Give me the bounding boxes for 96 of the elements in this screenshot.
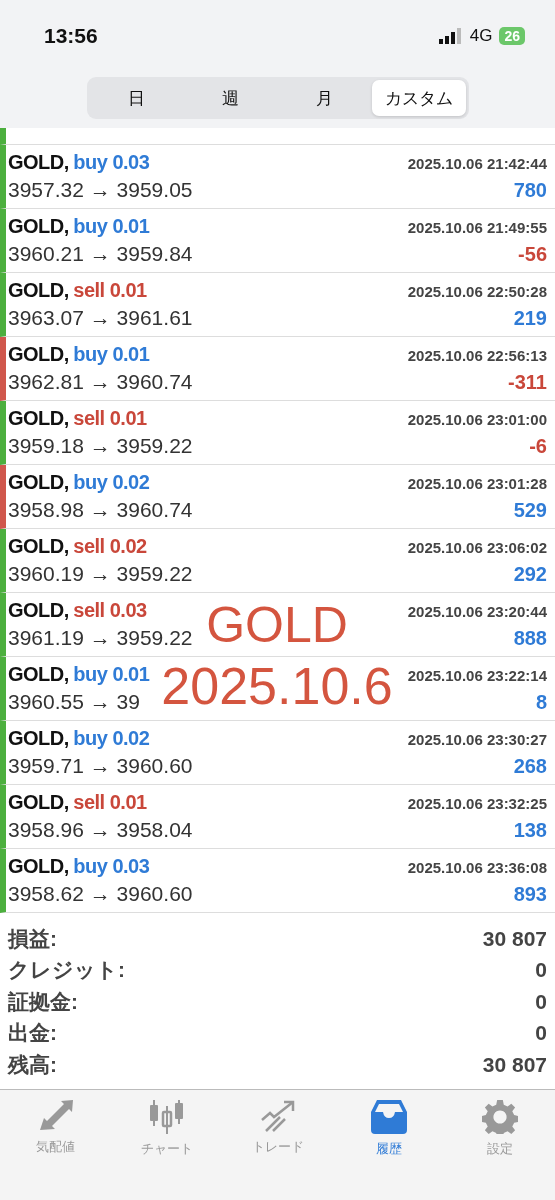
clock: 13:56 bbox=[44, 24, 98, 48]
deal-time: 2025.10.06 22:50:28 bbox=[407, 283, 547, 300]
deal-profit: -56 bbox=[518, 243, 547, 266]
deal-volume: buy 0.01 bbox=[73, 215, 150, 237]
period-tab[interactable]: 週 bbox=[183, 80, 278, 116]
deal-volume: buy 0.01 bbox=[73, 343, 150, 365]
battery-level: 26 bbox=[499, 27, 525, 45]
deal-profit: -311 bbox=[508, 371, 547, 394]
deal-symbol: GOLD, bbox=[8, 343, 69, 365]
deal-time: 2025.10.06 23:06:02 bbox=[407, 539, 547, 556]
deal-volume: sell 0.03 bbox=[73, 599, 147, 621]
deal-symbol: GOLD, bbox=[8, 663, 69, 685]
deal-volume: sell 0.02 bbox=[73, 535, 147, 557]
deal-prices: 3959.71 → 3960.60 bbox=[8, 754, 193, 778]
period-tab[interactable]: 月 bbox=[277, 80, 372, 116]
deal-time: 2025.10.06 21:42:44 bbox=[407, 155, 547, 172]
deal-volume: buy 0.02 bbox=[73, 471, 150, 493]
deal-row[interactable]: GOLD, sell 0.01 2025.10.06 23:32:25 3958.96 → 3958.04 138 bbox=[0, 785, 555, 849]
summary-label: 証拠金: bbox=[8, 988, 78, 1015]
deal-row[interactable]: GOLD, sell 0.01 2025.10.06 22:50:28 3963.07 → 3961.61 219 bbox=[0, 273, 555, 337]
deal-time: 2025.10.06 23:22:14 bbox=[407, 667, 547, 684]
summary-label: 損益: bbox=[8, 925, 57, 952]
summary-label: クレジット: bbox=[8, 957, 125, 984]
deal-profit: 219 bbox=[513, 307, 547, 330]
deal-symbol: GOLD, bbox=[8, 599, 69, 621]
double-arrow-icon bbox=[37, 1099, 74, 1132]
deal-prices: 3960.19 → 3959.22 bbox=[8, 562, 193, 586]
deal-symbol: GOLD, bbox=[8, 471, 69, 493]
deal-row[interactable]: GOLD, buy 0.01 2025.10.06 21:49:55 3960.21 → 3959.84 -56 bbox=[0, 209, 555, 273]
network-type: 4G bbox=[469, 26, 493, 46]
deal-row[interactable]: GOLD, sell 0.01 2025.10.06 23:01:00 3959.18 → 3959.22 -6 bbox=[0, 401, 555, 465]
deal-volume: buy 0.02 bbox=[73, 727, 150, 749]
deal-profit: 292 bbox=[513, 563, 547, 586]
deal-row[interactable]: GOLD, buy 0.02 2025.10.06 23:01:28 3958.98 → 3960.74 529 bbox=[0, 465, 555, 529]
deal-symbol: GOLD, bbox=[8, 215, 69, 237]
deal-time: 2025.10.06 23:01:00 bbox=[407, 411, 547, 428]
period-tab[interactable]: 日 bbox=[89, 80, 184, 116]
summary-value: 30 807 bbox=[482, 926, 547, 951]
deal-volume: buy 0.01 bbox=[73, 663, 150, 685]
deal-prices: 3960.21 → 3959.84 bbox=[8, 242, 193, 266]
deal-symbol: GOLD, bbox=[8, 535, 69, 557]
deal-profit: -6 bbox=[529, 435, 547, 458]
deal-prices: 3962.81 → 3960.74 bbox=[8, 370, 193, 394]
deal-volume: sell 0.01 bbox=[73, 279, 147, 301]
deal-time: 2025.10.06 22:56:13 bbox=[407, 347, 547, 364]
deal-time: 2025.10.06 23:01:28 bbox=[407, 475, 547, 492]
deal-volume: sell 0.01 bbox=[73, 407, 147, 429]
annotation-text: 2025.10.6 bbox=[161, 660, 393, 712]
deal-prices: 3958.96 → 3958.04 bbox=[8, 818, 193, 842]
deal-symbol: GOLD, bbox=[8, 727, 69, 749]
deal-profit: 780 bbox=[513, 179, 547, 202]
summary-value: 0 bbox=[535, 958, 547, 983]
deal-symbol: GOLD, bbox=[8, 791, 69, 813]
deal-symbol: GOLD, bbox=[8, 279, 69, 301]
annotation-text: GOLD bbox=[206, 600, 348, 650]
summary-label: 残高: bbox=[8, 1051, 57, 1078]
deal-prices: 3957.32 → 3959.05 bbox=[8, 178, 193, 202]
deal-time: 2025.10.06 23:36:08 bbox=[407, 859, 547, 876]
signal-icon bbox=[438, 28, 463, 44]
deal-symbol: GOLD, bbox=[8, 407, 69, 429]
deal-profit: 268 bbox=[513, 755, 547, 778]
deal-profit: 138 bbox=[513, 819, 547, 842]
tab-bar-item[interactable]: 履歴 bbox=[343, 1099, 434, 1158]
deal-prices: 3958.98 → 3960.74 bbox=[8, 498, 193, 522]
deal-profit: 529 bbox=[513, 499, 547, 522]
summary-label: 出金: bbox=[8, 1020, 57, 1047]
deal-row[interactable]: GOLD, buy 0.03 2025.10.06 23:36:08 3958.62 → 3960.60 893 bbox=[0, 849, 555, 913]
period-tab[interactable]: カスタム bbox=[371, 80, 466, 116]
deal-volume: buy 0.03 bbox=[73, 855, 150, 877]
deal-volume: buy 0.03 bbox=[73, 151, 150, 173]
summary-value: 30 807 bbox=[482, 1052, 547, 1077]
summary-value: 0 bbox=[535, 1021, 547, 1046]
deal-prices: 3959.18 → 3959.22 bbox=[8, 434, 193, 458]
deal-time: 2025.10.06 21:49:55 bbox=[407, 219, 547, 236]
settings-icon bbox=[481, 1099, 518, 1134]
deal-prices: 3960.55 → 39 bbox=[8, 690, 140, 714]
deal-time: 2025.10.06 23:30:27 bbox=[407, 731, 547, 748]
deal-time: 2025.10.06 23:32:25 bbox=[407, 795, 547, 812]
deal-row[interactable]: GOLD, buy 0.03 2025.10.06 21:42:44 3957.32 → 3959.05 780 bbox=[0, 145, 555, 209]
deal-symbol: GOLD, bbox=[8, 151, 69, 173]
trend-arrow-icon bbox=[259, 1099, 296, 1132]
deal-prices: 3963.07 → 3961.61 bbox=[8, 306, 193, 330]
deal-symbol: GOLD, bbox=[8, 855, 69, 877]
deal-prices: 3958.62 → 3960.60 bbox=[8, 882, 193, 906]
deal-row[interactable]: GOLD, sell 0.02 2025.10.06 23:06:02 3960.19 → 3959.22 292 bbox=[0, 529, 555, 593]
summary-value: 0 bbox=[535, 989, 547, 1014]
deal-profit: 8 bbox=[535, 691, 547, 714]
candlestick-icon bbox=[148, 1099, 185, 1134]
deal-row[interactable]: GOLD, buy 0.01 2025.10.06 22:56:13 3962.81 → 3960.74 -311 bbox=[0, 337, 555, 401]
inbox-icon bbox=[370, 1099, 407, 1134]
deal-prices: 3961.19 → 3959.22 bbox=[8, 626, 193, 650]
deal-row[interactable]: GOLD, buy 0.02 2025.10.06 23:30:27 3959.71 → 3960.60 268 bbox=[0, 721, 555, 785]
deal-profit: 893 bbox=[513, 883, 547, 906]
deal-volume: sell 0.01 bbox=[73, 791, 147, 813]
deal-time: 2025.10.06 23:20:44 bbox=[407, 603, 547, 620]
deal-profit: 888 bbox=[513, 627, 547, 650]
